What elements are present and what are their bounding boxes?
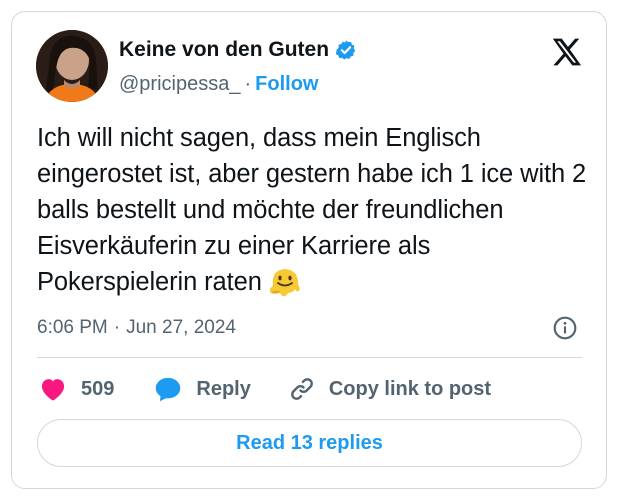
read-replies-label: Read 13 replies <box>236 431 383 454</box>
link-icon <box>289 376 315 402</box>
reply-label: Reply <box>196 377 251 400</box>
tweet-timestamp[interactable]: 6:06 PM · Jun 27, 2024 <box>37 316 236 340</box>
tweet-time: 6:06 PM <box>37 317 108 338</box>
follow-button[interactable]: Follow <box>255 73 318 95</box>
author-display-name[interactable]: Keine von den Guten <box>119 38 329 62</box>
melting-face-emoji <box>268 266 302 308</box>
tweet-date: Jun 27, 2024 <box>126 317 236 338</box>
x-logo-icon[interactable] <box>550 36 582 68</box>
action-bar: 509 Reply Copy link to post <box>39 374 491 404</box>
copy-link-label: Copy link to post <box>328 377 492 400</box>
reply-button[interactable]: Reply <box>154 376 288 402</box>
avatar[interactable] <box>36 30 108 102</box>
info-icon[interactable] <box>552 315 578 341</box>
author-handle-row: @pricipessa_ · Follow <box>119 72 318 96</box>
tweet-text: Ich will nicht sagen, dass mein Englisch… <box>37 120 597 308</box>
like-button[interactable]: 509 <box>39 376 154 402</box>
tweet-card: Keine von den Guten @pricipessa_ · Follow … <box>11 11 607 489</box>
verified-badge-icon <box>335 39 357 61</box>
handle-separator: · <box>244 73 252 95</box>
date-separator: · <box>113 317 121 338</box>
reply-bubble-icon <box>154 376 182 402</box>
author-handle[interactable]: @pricipessa_ <box>119 73 240 95</box>
heart-icon <box>39 376 67 402</box>
like-count: 509 <box>81 377 115 400</box>
read-replies-button[interactable]: Read 13 replies <box>37 419 582 467</box>
avatar-image <box>36 30 108 102</box>
divider <box>37 357 582 358</box>
copy-link-button[interactable]: Copy link to post <box>289 376 491 402</box>
tweet-body: Ich will nicht sagen, dass mein Englisch… <box>37 124 587 296</box>
author-name-row: Keine von den Guten <box>119 38 357 62</box>
